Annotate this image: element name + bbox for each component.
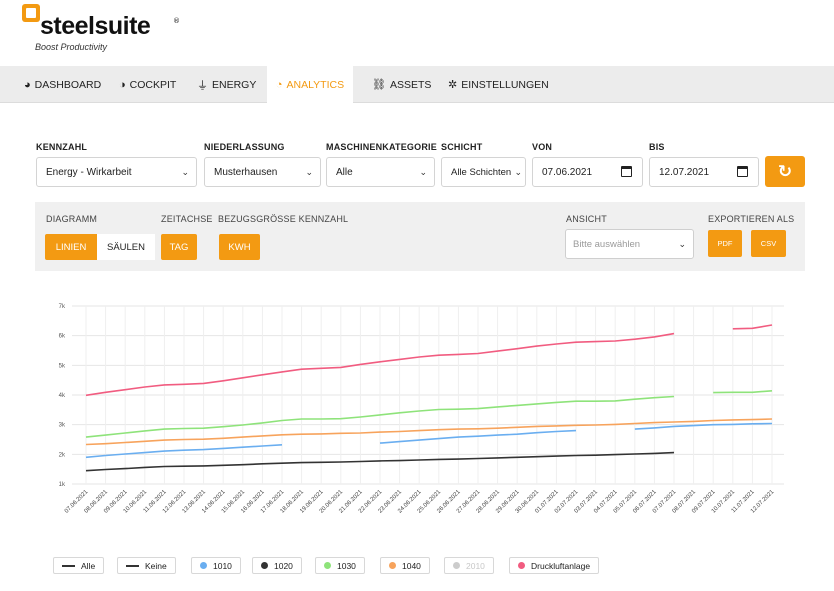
nav-label: COCKPIT <box>129 78 177 91</box>
dot-marker-icon <box>261 562 268 569</box>
brand-tagline: Boost Productivity <box>35 42 108 52</box>
nav-analytics[interactable]: ◔ ANALYTICS <box>267 66 353 103</box>
legend-label: 1030 <box>337 560 356 571</box>
series-line-1040 <box>85 418 773 446</box>
chevron-down-icon: ⌄ <box>181 167 189 177</box>
legend-label: 1020 <box>274 560 293 571</box>
nav-assets[interactable]: ⛓ ASSETS <box>372 66 431 103</box>
dot-marker-icon <box>389 562 396 569</box>
nav-label: ENERGY <box>212 78 257 91</box>
line-marker-icon <box>62 564 75 567</box>
legend-item-druckluftanlage[interactable]: Druckluftanlage <box>509 557 600 574</box>
gear-icon: ✲ <box>448 79 458 91</box>
ansicht-select[interactable]: Bitte auswählen ⌄ <box>565 229 694 259</box>
legend-item-alle[interactable]: Alle <box>53 557 105 574</box>
bis-value: 12.07.2021 <box>659 166 710 178</box>
main-nav: ◕ DASHBOARD ◑ COCKPIT ⏚ ENERGY ◔ ANALYTI… <box>0 66 834 103</box>
legend-item-keine[interactable]: Keine <box>117 557 176 574</box>
schicht-label: SCHICHT <box>441 142 483 152</box>
y-tick-label: 6k <box>59 334 66 340</box>
maschinenkategorie-value: Alle <box>336 166 353 178</box>
tag-button[interactable]: TAG <box>161 234 197 260</box>
dot-marker-icon <box>453 562 460 569</box>
nav-label: DASHBOARD <box>34 78 102 91</box>
maschinenkategorie-select[interactable]: Alle ⌄ <box>326 157 435 187</box>
y-tick-label: 4k <box>59 393 66 399</box>
legend-label: Druckluftanlage <box>531 560 591 571</box>
von-value: 07.06.2021 <box>542 166 593 178</box>
kwh-button[interactable]: KWH <box>219 234 260 260</box>
nav-label: ASSETS <box>389 78 432 91</box>
legend-label: Keine <box>145 560 167 571</box>
refresh-icon: ↻ <box>777 161 793 182</box>
dot-marker-icon <box>518 562 525 569</box>
legend-label: Alle <box>81 560 96 571</box>
nav-einstellungen[interactable]: ✲ EINSTELLUNGEN <box>448 66 549 103</box>
analytics-icon: ◔ <box>275 78 283 91</box>
bis-label: BIS <box>649 142 665 152</box>
schicht-select[interactable]: Alle Schichten ⌄ <box>441 157 526 187</box>
refresh-button[interactable]: ↻ <box>765 156 805 187</box>
export-label: EXPORTIEREN ALS <box>708 214 795 224</box>
bis-date-input[interactable]: 12.07.2021 <box>649 157 759 187</box>
dot-marker-icon <box>324 562 331 569</box>
y-tick-label: 1k <box>59 482 66 488</box>
legend-item-1040[interactable]: 1040 <box>380 557 430 574</box>
zeitachse-label: ZEITACHSE <box>161 214 213 224</box>
y-tick-label: 3k <box>59 423 66 429</box>
export-csv-button[interactable]: CSV <box>751 230 786 257</box>
legend-item-1030[interactable]: 1030 <box>315 557 365 574</box>
sitemap-icon: ⛓ <box>372 79 386 91</box>
ansicht-placeholder: Bitte auswählen <box>573 238 641 250</box>
saeulen-toggle[interactable]: SÄULEN <box>97 234 155 260</box>
diagramm-label: DIAGRAMM <box>46 214 98 224</box>
nav-dashboard[interactable]: ◕ DASHBOARD <box>24 66 101 103</box>
series-line-1030 <box>713 390 773 394</box>
nav-cockpit[interactable]: ◑ COCKPIT <box>119 66 176 103</box>
brand-name: steelsuite <box>40 12 151 40</box>
dot-marker-icon <box>200 562 207 569</box>
legend-label: 2010 <box>466 560 485 571</box>
legend-label: 1040 <box>402 560 421 571</box>
legend-item-1020[interactable]: 1020 <box>252 557 302 574</box>
kennzahl-select[interactable]: Energy - Wirkarbeit ⌄ <box>36 157 197 187</box>
maschinenkategorie-label: MASCHINENKATEGORIE <box>326 142 437 152</box>
von-date-input[interactable]: 07.06.2021 <box>532 157 643 187</box>
registered-mark: ® <box>173 17 180 25</box>
chevron-down-icon: ⌄ <box>305 167 313 177</box>
calendar-icon[interactable] <box>621 166 632 177</box>
logo-mark-icon <box>22 4 40 22</box>
y-tick-label: 7k <box>59 304 66 310</box>
nav-label: ANALYTICS <box>286 78 345 91</box>
legend-item-2010[interactable]: 2010 <box>444 557 494 574</box>
schicht-value: Alle Schichten <box>451 166 512 178</box>
kennzahl-value: Energy - Wirkarbeit <box>46 166 132 178</box>
chevron-down-icon: ⌄ <box>514 167 522 178</box>
niederlassung-value: Musterhausen <box>214 166 278 178</box>
cockpit-icon: ◑ <box>119 78 126 91</box>
plug-icon: ⏚ <box>197 79 208 92</box>
y-tick-label: 5k <box>59 363 66 369</box>
gauge-icon: ◕ <box>24 78 31 91</box>
chevron-down-icon: ⌄ <box>419 167 427 177</box>
nav-label: EINSTELLUNGEN <box>461 78 549 91</box>
nav-energy[interactable]: ⏚ ENERGY <box>197 66 256 103</box>
legend-label: 1010 <box>213 560 232 571</box>
linien-toggle[interactable]: LINIEN <box>45 234 97 260</box>
ansicht-label: ANSICHT <box>566 214 607 224</box>
calendar-icon[interactable] <box>737 166 748 177</box>
y-tick-label: 2k <box>59 452 66 458</box>
line-chart[interactable]: 1k2k3k4k5k6k7k07.06.202108.06.202109.06.… <box>0 290 834 548</box>
kennzahl-label: KENNZAHL <box>36 142 88 152</box>
niederlassung-label: NIEDERLASSUNG <box>204 142 285 152</box>
von-label: VON <box>532 142 553 152</box>
legend-item-1010[interactable]: 1010 <box>191 557 241 574</box>
niederlassung-select[interactable]: Musterhausen ⌄ <box>204 157 321 187</box>
line-marker-icon <box>126 564 139 567</box>
export-pdf-button[interactable]: PDF <box>708 230 742 257</box>
brand-logo[interactable]: steelsuite ® Boost Productivity <box>22 4 222 60</box>
bezugsgroesse-label: BEZUGSGRÖSSE KENNZAHL <box>218 214 349 224</box>
chevron-down-icon: ⌄ <box>678 239 686 249</box>
